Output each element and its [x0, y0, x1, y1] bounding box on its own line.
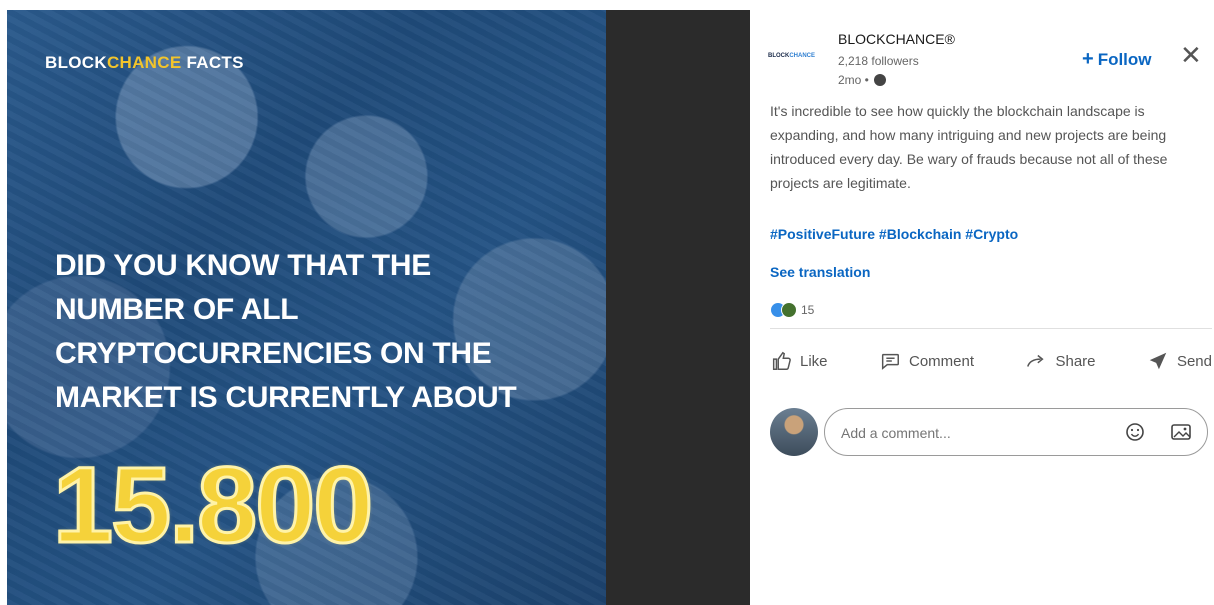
avatar[interactable]: [770, 408, 818, 456]
send-label: Send: [1176, 352, 1212, 370]
post-panel: BLOCKCHANCE BLOCKCHANCE® 2,218 followers…: [750, 10, 1214, 605]
brand-word-block: BLOCK: [45, 53, 107, 72]
comment-label: Comment: [908, 352, 975, 370]
post-image[interactable]: BLOCKCHANCE FACTS DID YOU KNOW THAT THE …: [7, 10, 606, 605]
close-icon[interactable]: ✕: [1180, 40, 1202, 71]
image-headline: DID YOU KNOW THAT THE NUMBER OF ALL CRYP…: [55, 244, 595, 420]
share-button[interactable]: Share: [1025, 350, 1096, 372]
support-reaction-icon: [781, 302, 797, 318]
globe-icon: [874, 74, 887, 86]
follow-label: Follow: [1097, 50, 1152, 69]
headline-line: CRYPTOCURRENCIES ON THE: [55, 337, 492, 370]
action-bar: Like Comment Share Send: [770, 350, 1212, 372]
reaction-count: 15: [801, 303, 815, 317]
comment-button[interactable]: Comment: [879, 350, 974, 372]
see-translation-link[interactable]: See translation: [770, 264, 870, 280]
divider: [770, 328, 1212, 329]
post-meta: 2mo •: [838, 73, 887, 87]
share-label: Share: [1055, 352, 1096, 370]
comment-input[interactable]: [839, 421, 1103, 445]
follow-button[interactable]: + Follow: [1082, 48, 1152, 71]
brand-word-facts: FACTS: [181, 53, 244, 72]
reactions-summary[interactable]: 15: [770, 301, 814, 319]
comment-icon: [881, 353, 899, 370]
headline-line: DID YOU KNOW THAT THE: [55, 249, 431, 282]
headline-line: NUMBER OF ALL: [55, 293, 299, 326]
logo-text-block: BLOCK: [768, 53, 790, 59]
like-label: Like: [800, 352, 828, 370]
company-logo[interactable]: BLOCKCHANCE: [768, 48, 820, 64]
image-brand-title: BLOCKCHANCE FACTS: [45, 53, 244, 73]
share-arrow-icon: [1027, 354, 1045, 367]
send-button[interactable]: Send: [1147, 350, 1212, 372]
top-strip: [0, 0, 1214, 10]
logo-text-chance: CHANCE: [789, 53, 816, 59]
thumbs-up-icon: [772, 351, 791, 370]
like-button[interactable]: Like: [770, 350, 828, 372]
image-big-number: 15.800: [51, 443, 374, 567]
follower-count: 2,218 followers: [838, 54, 919, 68]
comment-box[interactable]: [824, 408, 1208, 456]
post-body-text: It's incredible to see how quickly the b…: [770, 103, 1168, 191]
author-name[interactable]: BLOCKCHANCE®: [838, 31, 955, 47]
headline-line: MARKET IS CURRENTLY ABOUT: [55, 381, 517, 414]
send-icon: [1149, 352, 1167, 370]
post-time: 2mo •: [838, 73, 869, 87]
emoji-icon[interactable]: [1125, 422, 1145, 442]
brand-word-chance: CHANCE: [106, 53, 182, 72]
plus-icon: +: [1082, 48, 1094, 70]
image-backdrop: [606, 10, 750, 605]
hashtags[interactable]: #PositiveFuture #Blockchain #Crypto: [770, 226, 1018, 242]
photo-icon[interactable]: [1170, 422, 1192, 442]
